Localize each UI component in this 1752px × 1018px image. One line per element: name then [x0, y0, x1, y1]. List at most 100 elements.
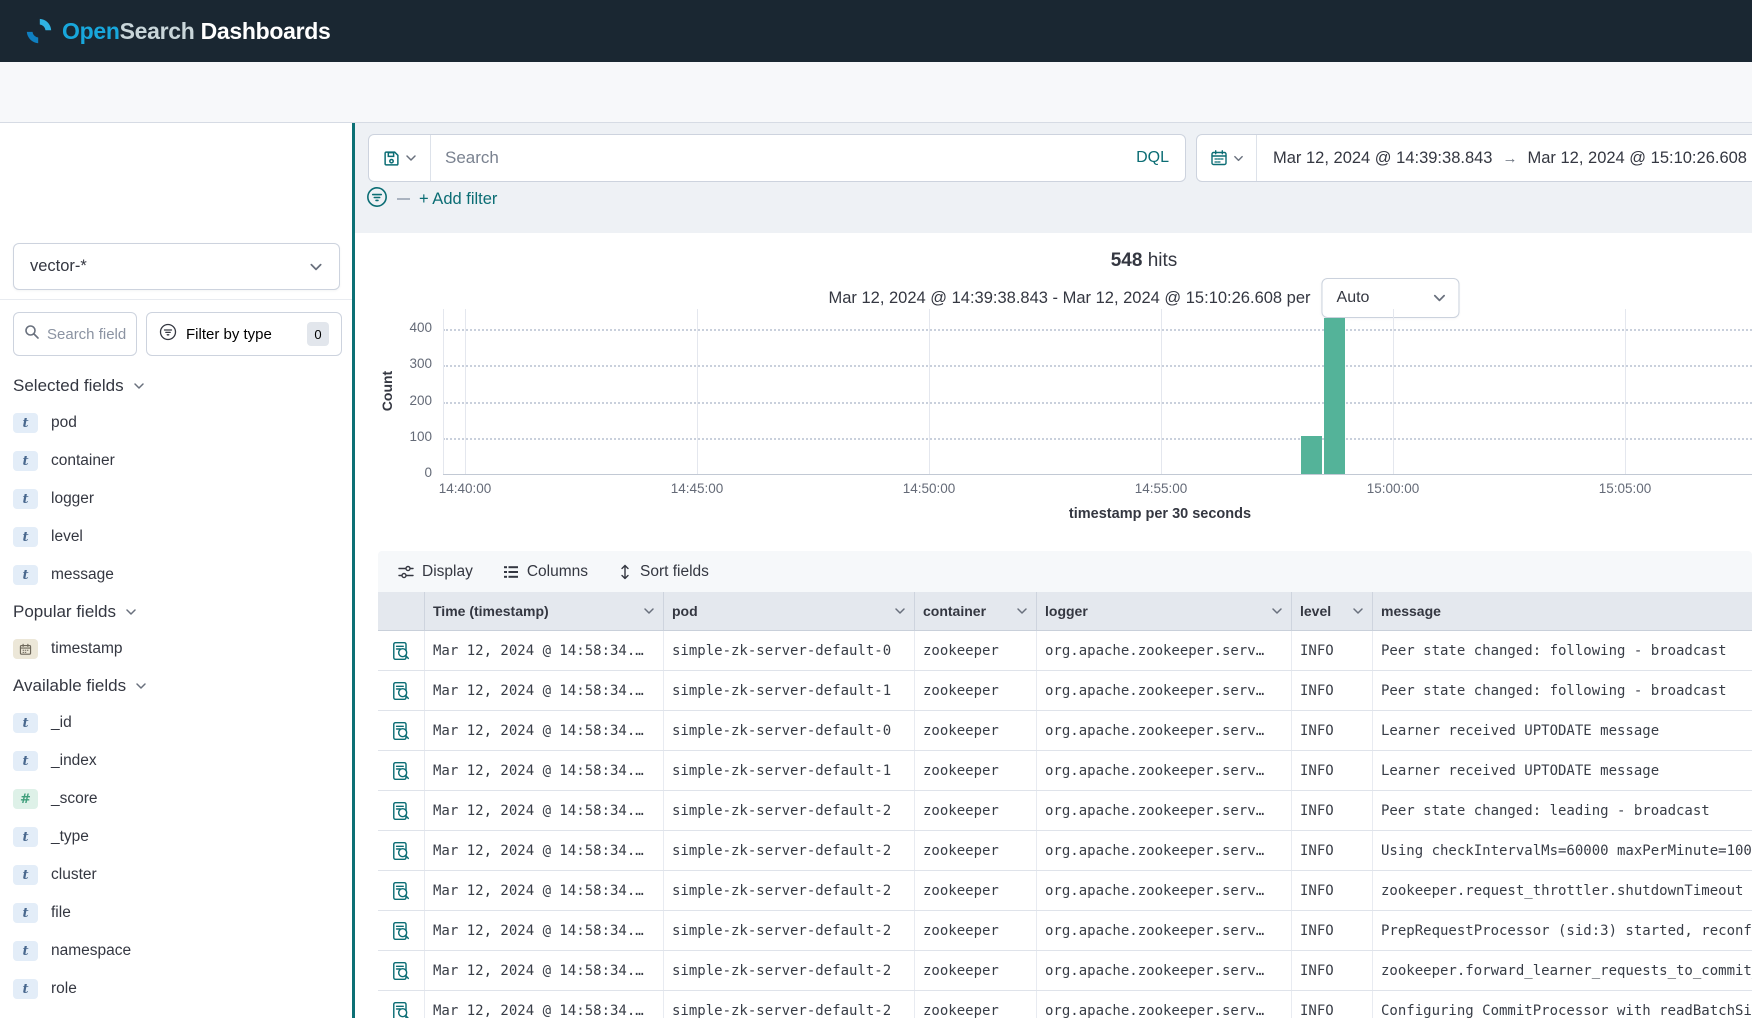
cell-pod: simple-zk-server-default-1	[664, 751, 915, 790]
column-header-level[interactable]: level	[1292, 592, 1373, 630]
field-item-_index[interactable]: t_index	[0, 742, 352, 780]
table-row[interactable]: Mar 12, 2024 @ 14:58:34.…simple-zk-serve…	[378, 911, 1752, 951]
sidebar-divider	[0, 299, 352, 300]
table-row[interactable]: Mar 12, 2024 @ 14:58:34.…simple-zk-serve…	[378, 951, 1752, 991]
query-language-button[interactable]: DQL	[1120, 149, 1185, 167]
sort-fields-label: Sort fields	[640, 563, 709, 581]
field-item-level[interactable]: tlevel	[0, 518, 352, 556]
filter-by-type-button[interactable]: Filter by type 0	[146, 312, 342, 356]
cell-logger: org.apache.zookeeper.serv…	[1037, 751, 1292, 790]
sliders-icon	[398, 564, 414, 580]
column-label: level	[1300, 603, 1331, 619]
date-from[interactable]: Mar 12, 2024 @ 14:39:38.843	[1273, 149, 1493, 168]
filter-divider	[397, 198, 410, 200]
field-item-file[interactable]: tfile	[0, 894, 352, 932]
table-row[interactable]: Mar 12, 2024 @ 14:58:34.…simple-zk-serve…	[378, 711, 1752, 751]
field-item-logger[interactable]: tlogger	[0, 480, 352, 518]
saved-query-button[interactable]	[369, 135, 431, 181]
search-fields-input[interactable]	[47, 326, 127, 343]
inspect-document-icon[interactable]	[378, 991, 425, 1018]
field-item-_id[interactable]: t_id	[0, 704, 352, 742]
table-row[interactable]: Mar 12, 2024 @ 14:58:34.…simple-zk-serve…	[378, 671, 1752, 711]
cell-container: zookeeper	[915, 671, 1037, 710]
field-item-container[interactable]: tcontainer	[0, 442, 352, 480]
field-name: _type	[51, 828, 89, 846]
y-grid-line	[443, 329, 1752, 331]
chevron-down-icon	[309, 260, 323, 274]
display-button[interactable]: Display	[398, 563, 473, 581]
inspect-document-icon[interactable]	[378, 871, 425, 910]
inspect-document-icon[interactable]	[378, 911, 425, 950]
field-name: container	[51, 452, 115, 470]
field-item-timestamp[interactable]: timestamp	[0, 630, 352, 668]
field-item-message[interactable]: tmessage	[0, 556, 352, 594]
inspect-document-icon[interactable]	[378, 671, 425, 710]
cell-level: INFO	[1292, 751, 1373, 790]
cell-logger: org.apache.zookeeper.serv…	[1037, 831, 1292, 870]
field-name: role	[51, 980, 77, 998]
inspect-document-icon[interactable]	[378, 951, 425, 990]
cell-message: Learner received UPTODATE message	[1373, 751, 1752, 790]
index-pattern-value: vector-*	[30, 257, 87, 276]
inspect-document-icon[interactable]	[378, 751, 425, 790]
index-pattern-select[interactable]: vector-*	[13, 243, 340, 290]
cell-logger: org.apache.zookeeper.serv…	[1037, 991, 1292, 1018]
table-row[interactable]: Mar 12, 2024 @ 14:58:34.…simple-zk-serve…	[378, 871, 1752, 911]
add-filter-button[interactable]: + Add filter	[419, 190, 497, 209]
histogram-bar[interactable]	[1324, 318, 1345, 474]
field-item-pod[interactable]: tpod	[0, 404, 352, 442]
column-header-logger[interactable]: logger	[1037, 592, 1292, 630]
section-header-selected-fields[interactable]: Selected fields	[0, 368, 352, 404]
display-label: Display	[422, 563, 473, 581]
date-range[interactable]: Mar 12, 2024 @ 14:39:38.843 → Mar 12, 20…	[1257, 149, 1747, 168]
filter-menu-icon[interactable]	[366, 186, 388, 213]
table-row[interactable]: Mar 12, 2024 @ 14:58:34.…simple-zk-serve…	[378, 751, 1752, 791]
histogram-bar[interactable]	[1301, 436, 1322, 474]
section-header-popular-fields[interactable]: Popular fields	[0, 594, 352, 630]
x-grid-line	[1161, 309, 1162, 474]
inspect-document-icon[interactable]	[378, 831, 425, 870]
y-grid-line	[443, 474, 1752, 475]
section-title: Popular fields	[13, 602, 116, 622]
cell-time: Mar 12, 2024 @ 14:58:34.…	[425, 671, 664, 710]
column-header-pod[interactable]: pod	[664, 592, 915, 630]
opensearch-logo[interactable]: OpenSearch Dashboards	[26, 18, 331, 45]
field-item-role[interactable]: trole	[0, 970, 352, 1008]
inspect-document-icon[interactable]	[378, 631, 425, 670]
column-header-time-timestamp-[interactable]: Time (timestamp)	[425, 592, 664, 630]
date-to[interactable]: Mar 12, 2024 @ 15:10:26.608	[1528, 149, 1748, 168]
sort-fields-button[interactable]: Sort fields	[618, 563, 709, 581]
cell-logger: org.apache.zookeeper.serv…	[1037, 711, 1292, 750]
cell-level: INFO	[1292, 671, 1373, 710]
string-type-icon: t	[13, 979, 38, 999]
inspect-document-icon[interactable]	[378, 711, 425, 750]
cell-logger: org.apache.zookeeper.serv…	[1037, 911, 1292, 950]
cell-message: Peer state changed: leading - broadcast	[1373, 791, 1752, 830]
search-input[interactable]	[431, 148, 1120, 168]
string-type-icon: t	[13, 865, 38, 885]
cell-level: INFO	[1292, 711, 1373, 750]
columns-button[interactable]: Columns	[503, 563, 588, 581]
table-row[interactable]: Mar 12, 2024 @ 14:58:34.…simple-zk-serve…	[378, 991, 1752, 1018]
field-item-cluster[interactable]: tcluster	[0, 856, 352, 894]
field-item-namespace[interactable]: tnamespace	[0, 932, 352, 970]
y-grid-line	[443, 365, 1752, 367]
table-row[interactable]: Mar 12, 2024 @ 14:58:34.…simple-zk-serve…	[378, 791, 1752, 831]
cell-container: zookeeper	[915, 951, 1037, 990]
cell-level: INFO	[1292, 911, 1373, 950]
column-header-container[interactable]: container	[915, 592, 1037, 630]
string-type-icon: t	[13, 751, 38, 771]
chevron-down-icon	[405, 152, 417, 164]
field-item-_type[interactable]: t_type	[0, 818, 352, 856]
section-header-available-fields[interactable]: Available fields	[0, 668, 352, 704]
cell-message: zookeeper.request_throttler.shutdownTime…	[1373, 871, 1752, 910]
cell-pod: simple-zk-server-default-0	[664, 711, 915, 750]
table-row[interactable]: Mar 12, 2024 @ 14:58:34.…simple-zk-serve…	[378, 631, 1752, 671]
calendar-icon[interactable]	[1197, 135, 1257, 181]
inspect-document-icon[interactable]	[378, 791, 425, 830]
column-header-message[interactable]: message	[1373, 592, 1752, 630]
x-tick-label: 15:05:00	[1580, 481, 1670, 496]
cell-time: Mar 12, 2024 @ 14:58:34.…	[425, 991, 664, 1018]
table-row[interactable]: Mar 12, 2024 @ 14:58:34.…simple-zk-serve…	[378, 831, 1752, 871]
field-item-_score[interactable]: #_score	[0, 780, 352, 818]
